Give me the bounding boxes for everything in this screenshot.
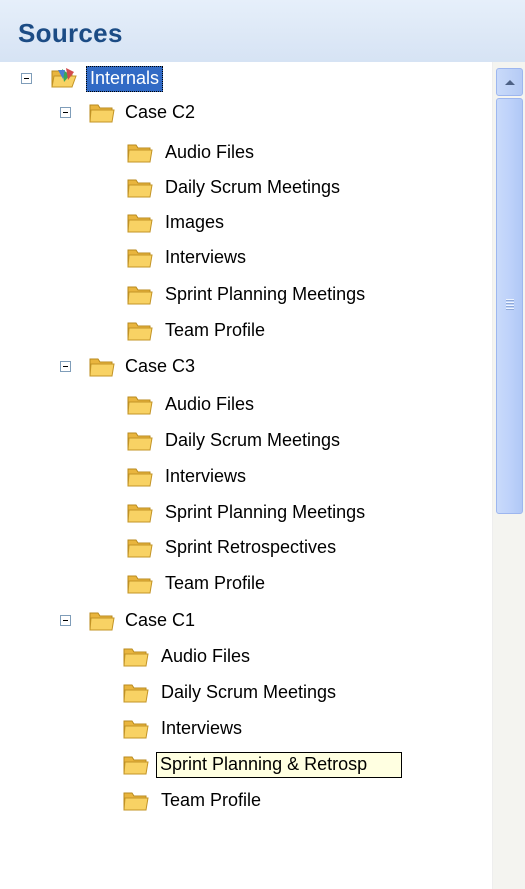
tree-label-child[interactable]: Sprint Planning Meetings (162, 500, 368, 526)
folder-icon (126, 393, 154, 417)
arrow-up-icon[interactable] (496, 68, 523, 96)
sources-panel: Sources Internals Case C2 Audio Files Da… (0, 0, 525, 889)
internals-folder-icon (50, 66, 78, 90)
tree-label-child[interactable]: Sprint Planning Meetings (162, 282, 368, 308)
tree-node-child[interactable]: Interviews (0, 243, 492, 273)
folder-icon (122, 789, 150, 813)
tree-label-case[interactable]: Case C3 (122, 354, 198, 380)
folder-icon (126, 465, 154, 489)
tree-node-child[interactable]: Team Profile (0, 569, 492, 599)
sources-tree[interactable]: Internals Case C2 Audio Files Daily Scru… (0, 62, 492, 889)
tree-node-child[interactable]: Audio Files (0, 390, 492, 420)
tree-label-child[interactable]: Audio Files (162, 140, 257, 166)
folder-icon (122, 717, 150, 741)
folder-icon (126, 572, 154, 596)
tree-label-case[interactable]: Case C2 (122, 100, 198, 126)
tree-label-child[interactable]: Daily Scrum Meetings (162, 175, 343, 201)
tree-node-child[interactable]: Interviews (0, 714, 492, 744)
collapse-minus-icon[interactable] (60, 615, 71, 626)
thumb-grip (506, 308, 514, 310)
tree-node-child[interactable]: Sprint Retrospectives (0, 533, 492, 563)
tree-node-child[interactable]: Sprint Planning Meetings (0, 498, 492, 528)
collapse-minus-icon[interactable] (60, 361, 71, 372)
folder-icon (88, 355, 116, 379)
tree-label-child[interactable]: Daily Scrum Meetings (158, 680, 339, 706)
thumb-grip (506, 299, 514, 301)
vertical-scrollbar[interactable] (492, 62, 525, 889)
tree-label-child[interactable]: Interviews (158, 716, 245, 742)
folder-icon (122, 753, 150, 777)
tree-node-child[interactable]: Audio Files (0, 138, 492, 168)
folder-icon (126, 319, 154, 343)
tree-node-root[interactable]: Internals (0, 64, 492, 94)
tree-label-child[interactable]: Audio Files (158, 644, 253, 670)
tree-node-child[interactable]: Audio Files (0, 642, 492, 672)
collapse-minus-icon[interactable] (21, 73, 32, 84)
folder-icon (126, 536, 154, 560)
tree-node-child[interactable]: Team Profile (0, 316, 492, 346)
scrollbar-thumb[interactable] (496, 98, 523, 514)
tree-node-case[interactable]: Case C2 (0, 98, 492, 128)
folder-icon (126, 501, 154, 525)
tree-node-child[interactable]: Daily Scrum Meetings (0, 173, 492, 203)
tree-node-child[interactable]: Team Profile (0, 786, 492, 816)
tree-node-child[interactable]: Sprint Planning Meetings (0, 280, 492, 310)
folder-icon (122, 645, 150, 669)
folder-icon (126, 141, 154, 165)
tree-label-child[interactable]: Audio Files (162, 392, 257, 418)
panel-title: Sources (18, 18, 123, 48)
tree-node-child[interactable]: Daily Scrum Meetings (0, 678, 492, 708)
tree-node-child[interactable]: Daily Scrum Meetings (0, 426, 492, 456)
tree-label-child[interactable]: Interviews (162, 464, 249, 490)
folder-icon (88, 609, 116, 633)
collapse-minus-icon[interactable] (60, 107, 71, 118)
tree-node-child[interactable]: Interviews (0, 462, 492, 492)
tree-label-child[interactable]: Images (162, 210, 227, 236)
tree-label-child[interactable]: Team Profile (162, 571, 268, 597)
tree-label-case[interactable]: Case C1 (122, 608, 198, 634)
tree-label-internals[interactable]: Internals (86, 66, 164, 92)
tree-node-case[interactable]: Case C3 (0, 352, 492, 382)
thumb-grip (506, 305, 514, 307)
tree-label-child[interactable]: Sprint Retrospectives (162, 535, 339, 561)
folder-icon (126, 283, 154, 307)
folder-icon (122, 681, 150, 705)
folder-icon (126, 211, 154, 235)
thumb-grip (506, 302, 514, 304)
folder-icon (126, 176, 154, 200)
folder-icon (88, 101, 116, 125)
tree-node-case[interactable]: Case C1 (0, 606, 492, 636)
panel-header: Sources (0, 0, 525, 62)
tree-label-child[interactable]: Team Profile (162, 318, 268, 344)
tree-node-child[interactable]: Sprint Planning & Retrosp (0, 750, 492, 780)
tree-label-child[interactable]: Daily Scrum Meetings (162, 428, 343, 454)
folder-icon (126, 246, 154, 270)
tree-label-child[interactable]: Interviews (162, 245, 249, 271)
tree-node-child[interactable]: Images (0, 208, 492, 238)
tree-label-child[interactable]: Team Profile (158, 788, 264, 814)
rename-edit-field[interactable]: Sprint Planning & Retrosp (156, 752, 402, 778)
folder-icon (126, 429, 154, 453)
